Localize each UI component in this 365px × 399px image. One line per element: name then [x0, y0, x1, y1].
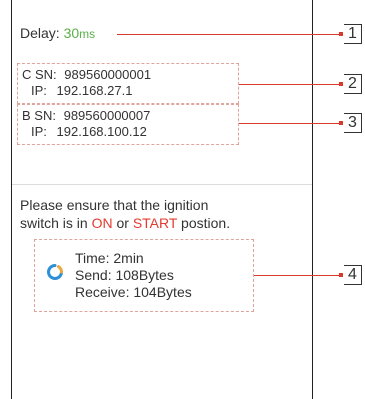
delay-value: 30	[63, 25, 80, 41]
callout-4-line	[254, 275, 341, 276]
time-stat: Time: 2min	[75, 250, 144, 266]
callout-2-line	[239, 84, 341, 85]
send-stat: Send: 108Bytes	[75, 267, 174, 283]
callout-1-marker: 1	[344, 24, 362, 44]
notice-or: or	[112, 215, 133, 231]
notice-start: START	[132, 215, 178, 231]
c-sn-label: C SN:	[22, 67, 57, 82]
receive-stat: Receive: 104Bytes	[75, 284, 192, 300]
c-ip-label: IP:	[31, 83, 47, 98]
callout-1-dot	[339, 32, 343, 36]
b-sn-label: B SN:	[22, 108, 56, 123]
c-sn-value: 989560000001	[64, 67, 152, 82]
c-ip-value: 192.168.27.1	[56, 83, 133, 98]
loading-spinner-icon	[47, 264, 63, 280]
delay-unit: ms	[79, 27, 96, 41]
c-sn-row: C SN: 989560000001	[22, 67, 151, 83]
notice-line-1: Please ensure that the ignition	[20, 197, 209, 213]
callout-3-line	[239, 123, 341, 124]
b-ip-row: IP: 192.168.100.12	[31, 124, 147, 140]
ignition-notice: Please ensure that the ignition switch i…	[20, 196, 230, 232]
notice-line-2: switch is in ON or START postion.	[20, 214, 230, 232]
callout-4-dot	[339, 273, 343, 277]
notice-text: switch is in	[20, 215, 92, 231]
section-divider	[12, 184, 312, 185]
delay-readout: Delay: 30ms	[20, 25, 95, 41]
notice-on: ON	[91, 215, 113, 231]
b-sn-row: B SN: 989560000007	[22, 108, 150, 124]
callout-2-marker: 2	[344, 74, 362, 94]
b-sn-value: 989560000007	[63, 108, 151, 123]
c-ip-row: IP: 192.168.27.1	[31, 83, 132, 99]
delay-label: Delay:	[20, 25, 60, 41]
callout-4-marker: 4	[344, 265, 362, 285]
notice-suffix: postion.	[177, 215, 231, 231]
b-ip-value: 192.168.100.12	[56, 124, 147, 139]
callout-1-line	[117, 34, 341, 35]
callout-2-dot	[339, 82, 343, 86]
b-ip-label: IP:	[31, 124, 47, 139]
callout-3-dot	[339, 121, 343, 125]
callout-3-marker: 3	[344, 113, 362, 133]
